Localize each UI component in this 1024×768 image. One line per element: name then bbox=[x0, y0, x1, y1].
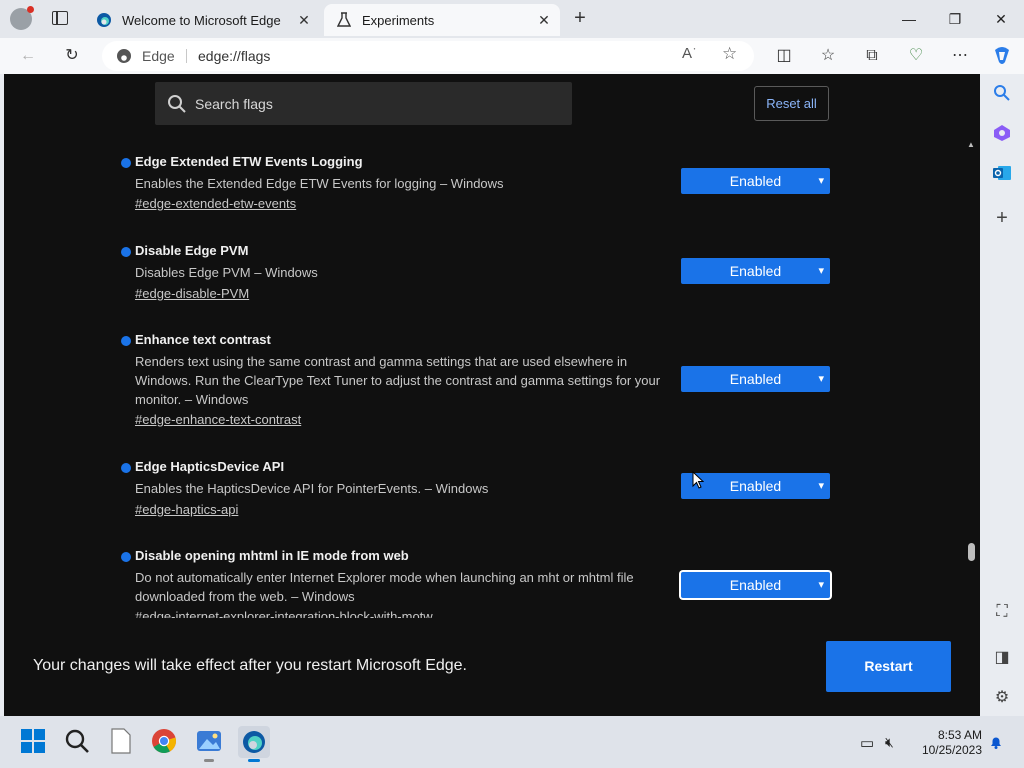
mouse-cursor-icon bbox=[692, 470, 705, 494]
taskbar: ▭ 🔇︎ 8:53 AM 10/25/2023 bbox=[0, 716, 1024, 768]
edge-sidebar: + ⛶ ◨ ⚙ bbox=[980, 74, 1024, 716]
experiment-state-select[interactable]: Enabled ▾ bbox=[681, 168, 830, 194]
clock-date: 10/25/2023 bbox=[921, 743, 982, 757]
experiment-description: Do not automatically enter Internet Expl… bbox=[135, 570, 634, 604]
profile-avatar[interactable] bbox=[10, 6, 34, 30]
experiment-link[interactable]: #edge-internet-explorer-integration-bloc… bbox=[135, 609, 433, 618]
experiments-list[interactable]: Edge Extended ETW Events Logging Enables… bbox=[4, 134, 964, 618]
photos-app-icon[interactable] bbox=[196, 728, 224, 762]
address-bar[interactable]: Edge edge://flags A͘ ☆ bbox=[102, 41, 754, 71]
notification-bell-icon[interactable] bbox=[988, 734, 1004, 755]
more-options-icon[interactable]: ⋯ bbox=[948, 44, 972, 68]
status-dot bbox=[121, 158, 131, 168]
hide-sidebar-icon[interactable]: ◨ bbox=[990, 646, 1014, 670]
chevron-down-icon: ▾ bbox=[818, 480, 824, 492]
experiment-state-select[interactable]: Enabled ▾ bbox=[681, 572, 830, 598]
experiment-state-select[interactable]: Enabled ▾ bbox=[681, 366, 830, 392]
split-screen-icon[interactable]: ◫ bbox=[772, 44, 796, 68]
experiment-link[interactable]: #edge-enhance-text-contrast bbox=[135, 412, 301, 427]
windows-start-icon[interactable] bbox=[20, 728, 48, 756]
clock[interactable]: 8:53 AM 10/25/2023 bbox=[922, 728, 982, 758]
status-dot bbox=[121, 247, 131, 257]
scrollbar-thumb[interactable] bbox=[968, 543, 975, 561]
select-value: Enabled bbox=[729, 577, 782, 593]
favorite-star-icon[interactable]: ☆ bbox=[722, 44, 737, 64]
status-dot bbox=[121, 336, 131, 346]
tab-experiments[interactable]: Experiments ✕ bbox=[324, 4, 560, 36]
file-icon[interactable] bbox=[110, 728, 138, 756]
add-sidebar-app-icon[interactable]: + bbox=[990, 206, 1014, 230]
restart-button[interactable]: Restart bbox=[826, 641, 951, 692]
browser-essentials-icon[interactable]: ♡ bbox=[904, 44, 928, 68]
taskbar-search-icon[interactable] bbox=[64, 728, 92, 756]
url-text: edge://flags bbox=[198, 48, 271, 64]
refresh-icon[interactable]: ↻ bbox=[60, 44, 84, 68]
toolbar: ← ↻ Edge edge://flags A͘ ☆ ◫ ☆ ⧉ ♡ ⋯ bbox=[0, 38, 1024, 74]
reset-all-button[interactable]: Reset all bbox=[754, 86, 829, 121]
experiment-link[interactable]: #edge-disable-PVM bbox=[135, 286, 249, 301]
title-bar: Welcome to Microsoft Edge ✕ Experiments … bbox=[0, 0, 1024, 38]
copilot-sidebar-icon[interactable] bbox=[990, 124, 1014, 148]
experiment-description: Disables Edge PVM – Windows bbox=[135, 265, 318, 280]
back-icon[interactable]: ← bbox=[16, 44, 40, 68]
minimize-button[interactable]: — bbox=[886, 6, 932, 32]
restore-button[interactable]: ❐ bbox=[932, 6, 978, 32]
tab-label: Experiments bbox=[362, 12, 435, 28]
tab-actions-icon[interactable] bbox=[52, 11, 68, 25]
flags-page: Reset all Edge Extended ETW Events Loggi… bbox=[4, 74, 980, 716]
outlook-icon[interactable] bbox=[990, 164, 1014, 188]
collections-icon[interactable]: ⧉ bbox=[860, 44, 884, 68]
select-value: Enabled bbox=[729, 173, 782, 189]
url-divider bbox=[186, 49, 187, 63]
status-dot bbox=[121, 463, 131, 473]
edge-taskbar-icon[interactable] bbox=[238, 726, 270, 762]
edge-logo-icon bbox=[116, 48, 132, 64]
network-icon[interactable]: ▭ bbox=[860, 734, 874, 752]
tab-label: Welcome to Microsoft Edge bbox=[122, 12, 281, 28]
close-window-button[interactable]: ✕ bbox=[978, 6, 1024, 32]
close-tab-icon[interactable]: ✕ bbox=[296, 12, 312, 28]
copilot-icon[interactable] bbox=[990, 44, 1014, 68]
flask-icon bbox=[336, 12, 352, 28]
status-dot bbox=[121, 552, 131, 562]
experiment-title: Edge Extended ETW Events Logging bbox=[135, 154, 363, 169]
favorites-icon[interactable]: ☆ bbox=[816, 44, 840, 68]
chrome-icon[interactable] bbox=[151, 728, 179, 756]
experiment-link[interactable]: #edge-haptics-api bbox=[135, 502, 238, 517]
experiment-title: Disable opening mhtml in IE mode from we… bbox=[135, 548, 409, 563]
sidebar-search-icon[interactable] bbox=[990, 84, 1014, 108]
experiment-title: Disable Edge PVM bbox=[135, 243, 249, 258]
experiment-link[interactable]: #edge-extended-etw-events bbox=[135, 196, 296, 211]
experiment-description: Renders text using the same contrast and… bbox=[135, 354, 661, 407]
chevron-down-icon: ▾ bbox=[818, 265, 824, 277]
read-aloud-icon[interactable]: A͘ bbox=[682, 45, 692, 62]
experiment-description: Enables the Extended Edge ETW Events for… bbox=[135, 176, 504, 191]
restart-footer: Your changes will take effect after you … bbox=[4, 620, 980, 716]
tab-welcome[interactable]: Welcome to Microsoft Edge ✕ bbox=[84, 4, 320, 36]
chevron-down-icon: ▾ bbox=[818, 373, 824, 385]
new-tab-icon[interactable]: + bbox=[570, 8, 590, 28]
search-input[interactable] bbox=[193, 92, 557, 116]
search-box[interactable] bbox=[155, 82, 572, 125]
restart-message: Your changes will take effect after you … bbox=[33, 657, 467, 674]
chevron-down-icon: ▾ bbox=[818, 579, 824, 591]
sidebar-settings-icon[interactable]: ⚙ bbox=[990, 686, 1014, 710]
experiment-description: Enables the HapticsDevice API for Pointe… bbox=[135, 481, 489, 496]
search-icon bbox=[167, 94, 187, 114]
experiment-state-select[interactable]: Enabled ▾ bbox=[681, 258, 830, 284]
chevron-down-icon: ▾ bbox=[818, 175, 824, 187]
close-tab-icon[interactable]: ✕ bbox=[536, 12, 552, 28]
screenshot-icon[interactable]: ⛶ bbox=[990, 600, 1014, 624]
clock-time: 8:53 AM bbox=[937, 728, 982, 742]
select-value: Enabled bbox=[729, 371, 782, 387]
select-value: Enabled bbox=[729, 263, 782, 279]
experiment-title: Enhance text contrast bbox=[135, 332, 271, 347]
edge-logo-icon bbox=[96, 12, 112, 28]
volume-icon[interactable]: 🔇︎ bbox=[885, 734, 894, 751]
select-value: Enabled bbox=[729, 478, 782, 494]
experiment-title: Edge HapticsDevice API bbox=[135, 459, 285, 474]
site-label: Edge bbox=[142, 48, 175, 64]
